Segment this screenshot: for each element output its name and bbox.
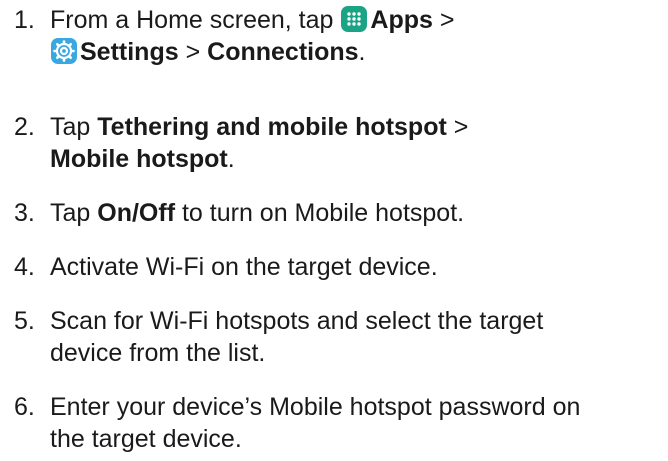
step-number: 4.	[14, 253, 35, 281]
separator: >	[453, 113, 469, 141]
settings-label: Settings	[80, 38, 179, 66]
settings-gear-icon	[50, 37, 78, 65]
step-text: Activate Wi-Fi on the target device.	[50, 253, 438, 281]
connections-label: Connections	[207, 38, 359, 66]
step-number: 5.	[14, 307, 35, 335]
step-text: Enter your device’s Mobile hotspot passw…	[50, 393, 581, 453]
step-number: 2.	[14, 113, 35, 141]
mobile-hotspot-label: Mobile hotspot	[50, 145, 228, 173]
step-text: Scan for Wi-Fi hotspots and select the t…	[50, 307, 544, 367]
step-text: Tap Tethering and mobile hotspot > Mobil…	[50, 113, 469, 173]
separator: >	[439, 6, 455, 34]
apps-grid-icon	[340, 5, 368, 33]
step-number: 1.	[14, 6, 35, 34]
apps-label: Apps	[370, 6, 433, 34]
separator: >	[185, 38, 201, 66]
step-text: From a Home screen, tap Apps > Settings …	[50, 5, 455, 66]
tethering-label: Tethering and mobile hotspot	[97, 113, 447, 141]
step-number: 6.	[14, 393, 35, 421]
step-1-pre: From a Home screen, tap	[50, 6, 334, 34]
step-text: Tap On/Off to turn on Mobile hotspot.	[50, 199, 465, 227]
on-off-label: On/Off	[97, 199, 176, 227]
step-number: 3.	[14, 199, 35, 227]
